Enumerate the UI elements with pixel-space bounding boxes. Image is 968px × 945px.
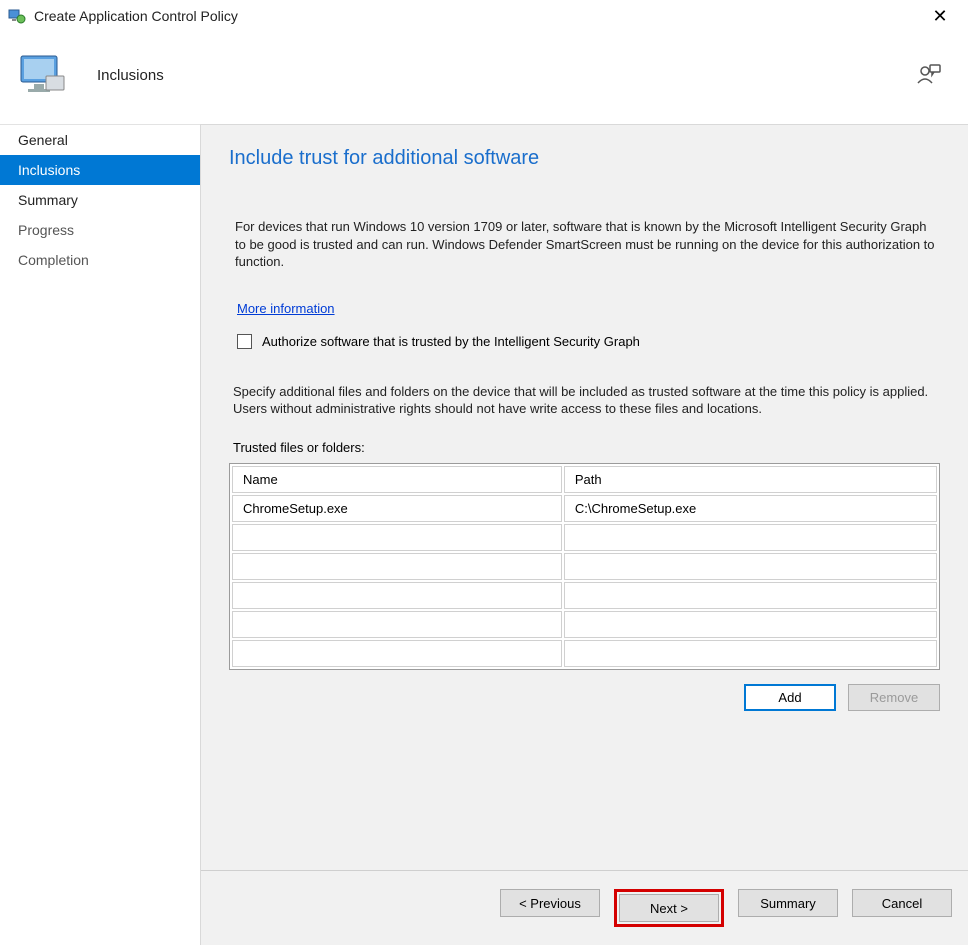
cell-name: ChromeSetup.exe: [232, 495, 562, 522]
app-icon: [8, 7, 26, 25]
sidebar-item-general[interactable]: General: [0, 125, 200, 155]
table-row-empty[interactable]: [232, 553, 937, 580]
close-button[interactable]: ✕: [920, 6, 960, 27]
table-row-empty[interactable]: [232, 611, 937, 638]
sidebar-item-progress[interactable]: Progress: [0, 215, 200, 245]
monitor-icon: [16, 48, 71, 103]
isg-checkbox-row: Authorize software that is trusted by th…: [237, 334, 940, 349]
content-pane: Include trust for additional software Fo…: [200, 124, 968, 945]
more-information-link[interactable]: More information: [237, 301, 335, 316]
feedback-icon[interactable]: [916, 61, 942, 90]
next-button[interactable]: Next >: [619, 894, 719, 922]
cell-path: C:\ChromeSetup.exe: [564, 495, 937, 522]
column-header[interactable]: Name: [232, 466, 562, 493]
trusted-files-label: Trusted files or folders:: [229, 440, 940, 455]
wizard-footer: < Previous Next > Summary Cancel: [201, 870, 968, 945]
isg-description: For devices that run Windows 10 version …: [229, 218, 940, 271]
titlebar: Create Application Control Policy ✕: [0, 0, 968, 32]
sidebar-item-summary[interactable]: Summary: [0, 185, 200, 215]
wizard-header: Inclusions: [0, 32, 968, 124]
add-button[interactable]: Add: [744, 684, 836, 711]
content-heading: Include trust for additional software: [229, 147, 940, 170]
spec-description: Specify additional files and folders on …: [229, 383, 940, 418]
window-title: Create Application Control Policy: [34, 8, 238, 24]
remove-button: Remove: [848, 684, 940, 711]
wizard-steps-sidebar: GeneralInclusionsSummaryProgressCompleti…: [0, 124, 200, 945]
column-header[interactable]: Path: [564, 466, 937, 493]
page-title: Inclusions: [97, 67, 164, 84]
isg-checkbox-label: Authorize software that is trusted by th…: [262, 334, 640, 349]
cancel-button[interactable]: Cancel: [852, 889, 952, 917]
table-row-empty[interactable]: [232, 582, 937, 609]
summary-button[interactable]: Summary: [738, 889, 838, 917]
table-row[interactable]: ChromeSetup.exeC:\ChromeSetup.exe: [232, 495, 937, 522]
isg-authorize-checkbox[interactable]: [237, 334, 252, 349]
table-row-empty[interactable]: [232, 640, 937, 667]
table-row-empty[interactable]: [232, 524, 937, 551]
sidebar-item-completion[interactable]: Completion: [0, 245, 200, 275]
next-highlight-box: Next >: [614, 889, 724, 927]
trusted-files-table[interactable]: NamePath ChromeSetup.exeC:\ChromeSetup.e…: [229, 463, 940, 670]
previous-button[interactable]: < Previous: [500, 889, 600, 917]
sidebar-item-inclusions[interactable]: Inclusions: [0, 155, 200, 185]
